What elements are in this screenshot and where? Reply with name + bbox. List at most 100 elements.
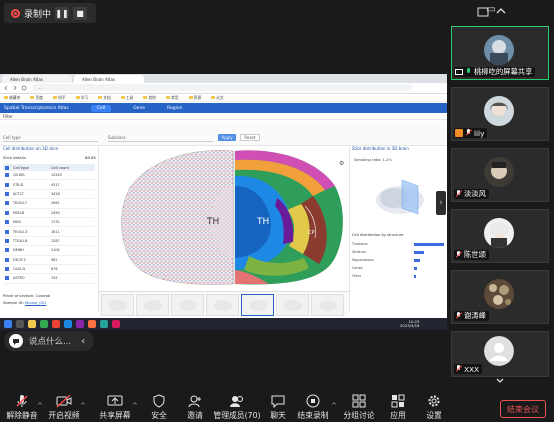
collapse-up-icon[interactable] — [494, 3, 508, 17]
checkbox[interactable] — [5, 165, 9, 170]
manage-participants-button[interactable]: 管理成员(70) — [213, 394, 261, 422]
chevron-up-icon[interactable]: ^ — [331, 402, 337, 410]
stop-recording-button[interactable]: 结束录制 — [293, 394, 333, 422]
bookmark[interactable]: 其他 — [143, 95, 156, 101]
checkbox[interactable] — [5, 201, 9, 206]
table-row[interactable]: STR-D 4317 — [3, 180, 95, 190]
bookmark[interactable]: 收藏夹 — [4, 95, 20, 101]
table-row[interactable]: ACTI-T 3428 — [3, 190, 95, 200]
participant-tile[interactable]: lily — [451, 87, 549, 141]
chevron-up-icon[interactable]: ^ — [37, 402, 43, 410]
folder-icon[interactable] — [28, 320, 36, 328]
table-row[interactable]: EXCIT-2 982 — [3, 256, 95, 265]
checkbox[interactable] — [5, 257, 9, 262]
slice-thumbnail[interactable] — [311, 294, 344, 316]
checkbox[interactable] — [5, 182, 9, 187]
checkbox[interactable] — [5, 238, 9, 243]
checkbox[interactable] — [5, 210, 9, 215]
checkbox[interactable] — [5, 229, 9, 234]
slice-thumbnail[interactable] — [171, 294, 204, 316]
chevron-left-icon[interactable]: ‹ — [81, 336, 85, 347]
checkbox[interactable] — [5, 173, 9, 178]
brain-section-view[interactable]: TH TH CP ⚙ — [99, 146, 349, 291]
checkbox[interactable] — [5, 267, 9, 272]
app-icon[interactable] — [52, 320, 60, 328]
slice-thumbnail[interactable] — [101, 294, 134, 316]
settings-button[interactable]: 设置 — [414, 394, 454, 422]
select-subclass[interactable]: Subclass — [108, 135, 213, 142]
avatar — [484, 157, 514, 187]
table-row[interactable]: TTGLU-8 1287 — [3, 237, 95, 247]
apps-button[interactable]: 应用 — [378, 394, 418, 422]
stop-icon[interactable]: ■ — [73, 6, 88, 20]
participant-tile[interactable]: XXX — [451, 331, 549, 377]
browser-tab-active[interactable]: Allen Brain Atlas — [74, 75, 144, 83]
unmute-button[interactable]: 解除静音 — [2, 394, 42, 422]
bookmark[interactable]: 工具 — [121, 95, 134, 101]
security-button[interactable]: 安全 — [139, 394, 179, 422]
start-video-button[interactable]: 开启视频 — [44, 394, 84, 422]
participant-tile[interactable]: 谢涛峰 — [451, 270, 549, 324]
app-icon[interactable] — [64, 320, 72, 328]
slice-thumbnail-selected[interactable] — [241, 294, 274, 316]
participant-name: lily — [474, 128, 485, 138]
slice-distribution-panel: Slice distribution in 3D brain Sampling … — [349, 146, 447, 312]
share-screen-button[interactable]: 共享屏幕 — [95, 394, 135, 422]
checkbox[interactable] — [5, 220, 9, 225]
app-icon[interactable] — [76, 320, 84, 328]
bookmark[interactable]: 百度 — [30, 95, 43, 101]
checkbox[interactable] — [5, 191, 9, 196]
nav-tab-region[interactable]: Region — [167, 106, 182, 111]
brain-3d-render[interactable] — [372, 174, 430, 222]
table-row[interactable]: CB-REL 12543 — [3, 171, 95, 181]
bookmark[interactable]: 常用 — [166, 95, 179, 101]
nav-tab-gene[interactable]: Gene — [133, 106, 145, 111]
reset-button[interactable]: Reset — [240, 134, 260, 141]
apply-button[interactable]: Apply — [218, 134, 236, 141]
end-meeting-button[interactable]: 结束会议 — [500, 400, 546, 418]
url-input[interactable]: ... — [32, 84, 412, 91]
breakout-rooms-button[interactable]: 分组讨论 — [339, 394, 379, 422]
chevron-right-icon[interactable]: › — [436, 191, 446, 215]
participant-tile[interactable]: 桃柳吃的屏幕共享 — [451, 26, 549, 80]
bookmark[interactable]: 文档 — [98, 95, 111, 101]
participant-tile[interactable]: 陈世颂 — [451, 209, 549, 263]
grid-view-icon[interactable] — [476, 4, 490, 18]
search-icon[interactable] — [16, 320, 24, 328]
participant-tile[interactable]: 淡淡风 — [451, 148, 549, 202]
bookmark[interactable]: 学习 — [76, 95, 89, 101]
checkbox[interactable] — [5, 276, 9, 281]
slice-thumbnail[interactable] — [206, 294, 239, 316]
table-row[interactable]: ASTRO 745 — [3, 274, 95, 284]
invite-button[interactable]: 邀请 — [175, 394, 215, 422]
bookmark[interactable]: 资源 — [189, 95, 202, 101]
slice-thumbnail[interactable] — [276, 294, 309, 316]
chevron-down-icon[interactable] — [494, 376, 506, 386]
app-icon[interactable] — [100, 320, 108, 328]
nav-tab-cell[interactable]: Cell — [90, 104, 112, 112]
chat-button[interactable]: 聊天 — [258, 394, 298, 422]
app-icon[interactable] — [88, 320, 96, 328]
sample-link[interactable]: Mouse_001 — [25, 300, 46, 305]
app-icon[interactable] — [112, 320, 120, 328]
pause-icon[interactable]: ❚❚ — [55, 6, 70, 20]
table-row[interactable]: TEGLU-T 2961 — [3, 199, 95, 209]
checkbox[interactable] — [5, 248, 9, 253]
chat-input[interactable]: 说点什么... ‹ — [4, 331, 94, 351]
browser-tab[interactable]: Allen Brain Atlas — [2, 75, 72, 83]
bookmark[interactable]: 知乎 — [53, 95, 66, 101]
bookmark[interactable]: 论文 — [211, 95, 224, 101]
table-row[interactable]: MSN 1732 — [3, 218, 95, 228]
slice-thumbnail[interactable] — [136, 294, 169, 316]
nav-buttons-icon[interactable] — [3, 84, 29, 92]
table-row[interactable]: TEGLU-3 1611 — [3, 227, 95, 237]
select-cell-type[interactable]: Cell type — [3, 135, 98, 142]
table-row[interactable]: OLIG-N 876 — [3, 265, 95, 275]
chevron-up-icon[interactable]: ^ — [132, 402, 138, 410]
chevron-up-icon[interactable]: ^ — [80, 402, 86, 410]
start-icon[interactable] — [4, 320, 12, 328]
gear-icon[interactable]: ⚙ — [339, 160, 344, 167]
table-row[interactable]: MSN-B 2450 — [3, 209, 95, 218]
browser-icon[interactable] — [40, 320, 48, 328]
table-row[interactable]: DEINH 1104 — [3, 246, 95, 256]
